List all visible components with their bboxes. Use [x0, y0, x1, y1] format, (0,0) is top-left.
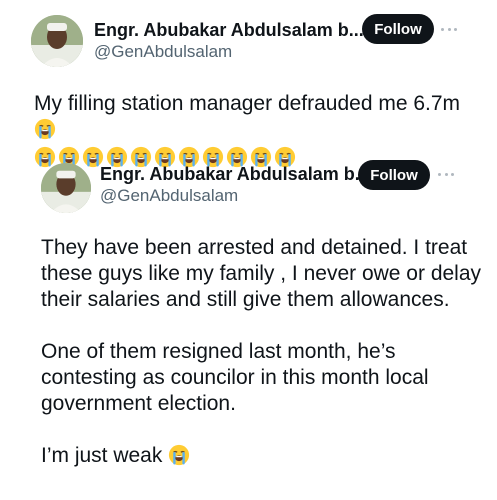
tweet-original: Engr. Abubakar Abdulsalam b... @GenAbdul… — [0, 0, 497, 168]
tweet-paragraph: They have been arrested and detained. I … — [41, 236, 482, 311]
more-options-icon[interactable] — [438, 171, 454, 177]
tweet-quoted: Engr. Abubakar Abdulsalam b... @GenAbdul… — [0, 145, 497, 500]
tweet-paragraph-text: I’m just weak — [41, 444, 163, 467]
follow-button[interactable]: Follow — [358, 160, 430, 190]
author-name[interactable]: Engr. Abubakar Abdulsalam b... — [94, 20, 364, 41]
author-name[interactable]: Engr. Abubakar Abdulsalam b... — [100, 164, 370, 185]
author-avatar[interactable] — [31, 15, 83, 67]
loudly-crying-face-icon — [34, 118, 56, 140]
more-options-icon[interactable] — [441, 26, 457, 32]
author-handle[interactable]: @GenAbdulsalam — [100, 186, 238, 206]
follow-button[interactable]: Follow — [362, 14, 434, 44]
author-avatar[interactable] — [41, 163, 91, 213]
author-handle[interactable]: @GenAbdulsalam — [94, 42, 232, 62]
tweet-paragraph: I’m just weak — [41, 443, 481, 469]
tweet-text-content: My filling station manager defrauded me … — [34, 92, 461, 115]
tweet-text: They have been arrested and detained. I … — [41, 235, 481, 469]
tweet-paragraph: One of them resigned last month, he’s co… — [41, 340, 429, 415]
loudly-crying-face-icon — [168, 444, 190, 466]
